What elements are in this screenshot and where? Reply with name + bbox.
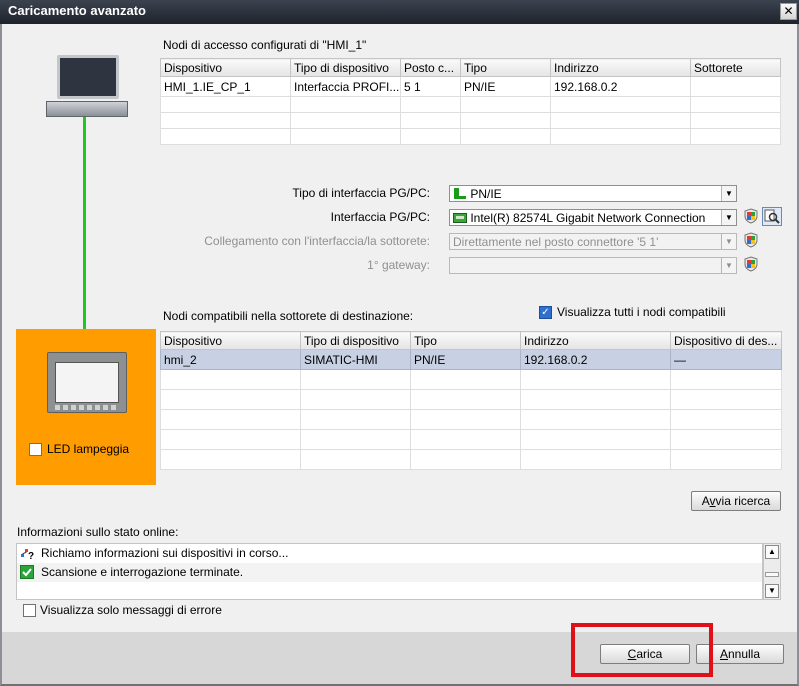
target-nodes-table: Dispositivo Tipo di dispositivo Tipo Ind… <box>160 331 782 470</box>
cell: Interfaccia PROFI... <box>290 76 401 97</box>
pgpc-interface-label: Interfaccia PG/PC: <box>330 210 430 224</box>
connection-select[interactable]: Direttamente nel posto connettore '5 1' … <box>449 233 737 250</box>
col-header[interactable]: Indirizzo <box>550 58 691 77</box>
status-message: Scansione e interrogazione terminate. <box>41 565 244 579</box>
network-search-icon: ? <box>21 549 34 560</box>
col-header[interactable]: Tipo di dispositivo <box>290 58 401 77</box>
list-item: ? Richiamo informazioni sui dispositivi … <box>17 544 762 563</box>
table-row[interactable] <box>160 128 781 145</box>
close-button[interactable]: ✕ <box>780 3 797 20</box>
window-title: Caricamento avanzato <box>8 3 146 18</box>
cell: SIMATIC-HMI <box>300 349 411 370</box>
chevron-down-icon[interactable]: ▼ <box>721 234 736 249</box>
pgpc-laptop-icon <box>57 55 119 99</box>
network-card-icon <box>453 213 467 223</box>
led-blink-label: LED lampeggia <box>47 442 130 456</box>
check-icon <box>20 565 34 579</box>
laptop-keyboard-icon <box>46 101 128 117</box>
cell: 192.168.0.2 <box>520 349 671 370</box>
chevron-down-icon[interactable]: ▼ <box>721 258 736 273</box>
led-blink-checkbox[interactable] <box>29 443 42 456</box>
col-header[interactable]: Dispositivo <box>160 58 291 77</box>
col-header[interactable]: Dispositivo <box>160 331 301 350</box>
scroll-thumb[interactable] <box>765 572 779 577</box>
table-row[interactable]: hmi_2 SIMATIC-HMI PN/IE 192.168.0.2 — <box>160 349 782 370</box>
connection-line <box>83 117 86 352</box>
table-header: Dispositivo Tipo di dispositivo Posto c.… <box>160 58 781 77</box>
connection-label: Collegamento con l'interfaccia/la sottor… <box>204 234 430 248</box>
table-row[interactable]: HMI_1.IE_CP_1 Interfaccia PROFI... 5 1 P… <box>160 76 781 97</box>
table-row[interactable] <box>160 96 781 113</box>
search-interface-button[interactable] <box>762 207 782 226</box>
gateway-select[interactable]: ▼ <box>449 257 737 274</box>
start-search-button[interactable]: Avvia ricerca <box>691 491 781 511</box>
col-header[interactable]: Tipo <box>460 58 551 77</box>
errors-only-checkbox[interactable] <box>23 604 36 617</box>
show-all-checkbox[interactable]: ✓ <box>539 306 552 319</box>
pgpc-interface-select[interactable]: Intel(R) 82574L Gigabit Network Connecti… <box>449 209 737 226</box>
table-row[interactable] <box>160 409 782 430</box>
list-item: Scansione e interrogazione terminate. <box>17 563 762 582</box>
gateway-label: 1° gateway: <box>367 258 430 272</box>
scroll-up-icon[interactable]: ▲ <box>765 545 779 559</box>
cell: 192.168.0.2 <box>550 76 691 97</box>
table-row[interactable] <box>160 429 782 450</box>
col-header[interactable]: Tipo <box>410 331 521 350</box>
cell: 5 1 <box>400 76 461 97</box>
table-row[interactable] <box>160 112 781 129</box>
pgpc-interface-value: Intel(R) 82574L Gigabit Network Connecti… <box>470 211 706 225</box>
status-message-list: ? Richiamo informazioni sui dispositivi … <box>16 543 763 600</box>
col-header[interactable]: Indirizzo <box>520 331 671 350</box>
table-row[interactable] <box>160 449 782 470</box>
scroll-down-icon[interactable]: ▼ <box>765 584 779 598</box>
interface-type-label: Tipo di interfaccia PG/PC: <box>292 186 430 200</box>
shield-icon <box>744 208 758 224</box>
title-bar: Caricamento avanzato ✕ <box>0 0 799 24</box>
magnifier-icon <box>764 209 780 224</box>
chevron-down-icon[interactable]: ▼ <box>721 186 736 201</box>
hmi-panel-icon <box>47 352 127 413</box>
col-header[interactable]: Dispositivo di des... <box>670 331 782 350</box>
chevron-down-icon[interactable]: ▼ <box>721 210 736 225</box>
cell: PN/IE <box>410 349 521 370</box>
col-header[interactable]: Tipo di dispositivo <box>300 331 411 350</box>
svg-text:?: ? <box>28 551 34 560</box>
col-header[interactable]: Posto c... <box>400 58 461 77</box>
interface-type-value: PN/IE <box>470 187 502 201</box>
show-all-label: Visualizza tutti i nodi compatibili <box>557 305 726 319</box>
col-header[interactable]: Sottorete <box>690 58 781 77</box>
highlight-callout <box>571 623 713 677</box>
table-header: Dispositivo Tipo di dispositivo Tipo Ind… <box>160 331 782 350</box>
cell: HMI_1.IE_CP_1 <box>160 76 291 97</box>
shield-icon <box>744 232 758 248</box>
cell: PN/IE <box>460 76 551 97</box>
access-nodes-caption: Nodi di accesso configurati di "HMI_1" <box>163 38 367 52</box>
table-row[interactable] <box>160 369 782 390</box>
connection-value: Direttamente nel posto connettore '5 1' <box>453 235 659 249</box>
ethernet-icon <box>454 188 466 199</box>
errors-only-label: Visualizza solo messaggi di errore <box>40 603 222 617</box>
table-row[interactable] <box>160 389 782 410</box>
cell: — <box>670 349 782 370</box>
cell: hmi_2 <box>160 349 301 370</box>
status-scrollbar[interactable]: ▲ ▼ <box>763 543 781 600</box>
interface-type-select[interactable]: PN/IE ▼ <box>449 185 737 202</box>
access-nodes-table: Dispositivo Tipo di dispositivo Posto c.… <box>160 58 781 145</box>
shield-icon <box>744 256 758 272</box>
target-nodes-caption: Nodi compatibili nella sottorete di dest… <box>163 309 414 323</box>
status-caption: Informazioni sullo stato online: <box>17 525 179 539</box>
status-message: Richiamo informazioni sui dispositivi in… <box>41 546 289 560</box>
cell <box>690 76 781 97</box>
